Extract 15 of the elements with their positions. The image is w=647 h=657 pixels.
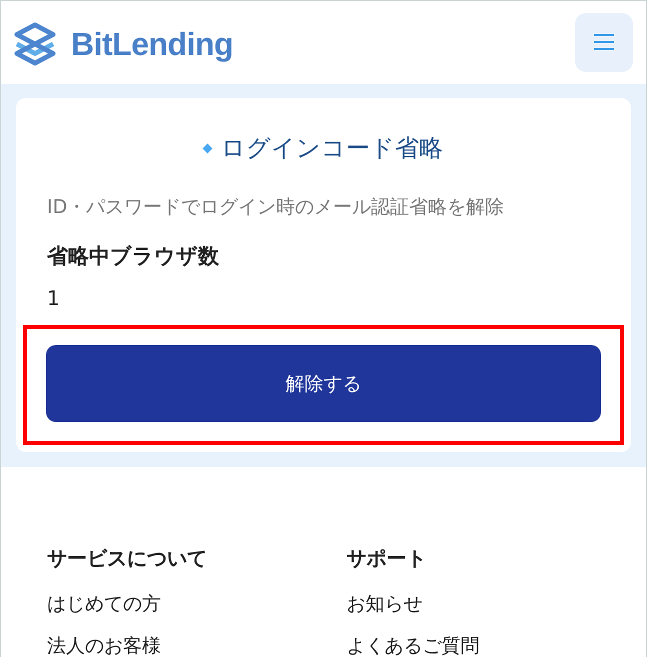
section-title: ログインコード省略 [221, 133, 443, 164]
field-label: 省略中ブラウザ数 [47, 243, 220, 269]
footer-link[interactable]: お知らせ [346, 593, 422, 615]
release-button[interactable]: 解除する [46, 345, 601, 422]
field-value: 1 [47, 285, 61, 311]
description-text: ID・パスワードでログイン時のメール認証省略を解除 [47, 195, 506, 219]
footer-link[interactable]: よくあるご質問 [346, 635, 480, 657]
logo-wordmark[interactable]: BitLending [71, 28, 234, 60]
footer-link[interactable]: はじめての方 [47, 593, 161, 615]
logo-icon [14, 22, 56, 66]
menu-icon [594, 33, 614, 51]
footer-link[interactable]: 法人のお客様 [47, 635, 161, 657]
menu-button[interactable] [575, 12, 633, 72]
footer-heading: サービスについて [47, 545, 207, 571]
footer-heading: サポート [346, 545, 426, 571]
